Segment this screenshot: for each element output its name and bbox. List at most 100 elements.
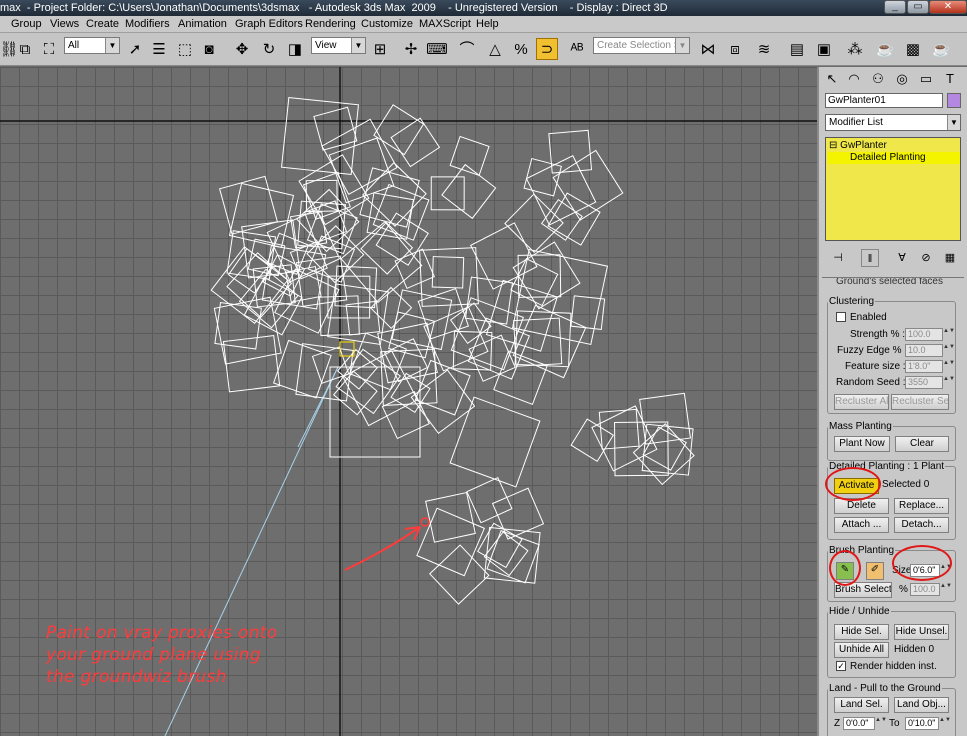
land-title: Land - Pull to the Ground — [828, 683, 942, 694]
edit-named-selection-icon[interactable]: ᴬᴮ — [566, 38, 588, 60]
window-crossing-icon[interactable]: ◙ — [198, 38, 220, 60]
replace-button[interactable]: Replace... — [894, 498, 949, 514]
rectangular-selection-icon[interactable]: ⬚ — [174, 38, 196, 60]
schematic-view-icon[interactable]: ▣ — [813, 38, 835, 60]
plant-proxy-square — [228, 182, 295, 249]
reference-coordinate-dropdown[interactable]: View ▼ — [311, 37, 366, 54]
percent-snap-icon[interactable]: % — [510, 38, 532, 60]
ground-selected-faces-label: Ground's selected faces — [836, 277, 943, 287]
menu-group[interactable]: Group — [11, 16, 42, 33]
strength-spinner[interactable]: 100.0 ▲▼ — [905, 328, 955, 341]
plant-proxy-square — [449, 302, 492, 345]
plant-proxy-square — [227, 248, 274, 294]
named-selection-sets-dropdown[interactable]: Create Selection Se ▼ — [593, 37, 690, 54]
viewport-top[interactable]: Paint on vray proxies onto your ground p… — [0, 67, 817, 736]
fuzzy-edge-spinner[interactable]: 10.0 ▲▼ — [905, 344, 955, 357]
utilities-tab-icon[interactable]: T — [941, 70, 959, 88]
motion-tab-icon[interactable]: ◎ — [893, 70, 911, 88]
hide-sel-button[interactable]: Hide Sel. — [834, 624, 889, 640]
menu-customize[interactable]: Customize — [361, 16, 413, 33]
land-to-label: To — [889, 718, 900, 729]
plant-proxy-square — [570, 418, 615, 462]
menu-views[interactable]: Views — [50, 16, 79, 33]
light-target-line — [297, 366, 339, 448]
modifier-list-dropdown[interactable]: Modifier List ▼ — [825, 114, 961, 131]
menu-create[interactable]: Create — [86, 16, 119, 33]
hide-unsel-button[interactable]: Hide Unsel. — [894, 624, 949, 640]
attach-button[interactable]: Attach ... — [834, 517, 889, 533]
plant-proxy-square — [486, 530, 540, 584]
recluster-all-button[interactable]: Recluster All — [834, 394, 889, 410]
land-sel-button[interactable]: Land Sel. — [834, 697, 889, 713]
land-obj-button[interactable]: Land Obj... — [894, 697, 949, 713]
move-icon[interactable]: ✥ — [231, 38, 253, 60]
angle-snap-icon[interactable]: △ — [484, 38, 506, 60]
modify-tab-icon[interactable]: ◠ — [845, 70, 863, 88]
land-to-spinner[interactable]: 0'10.0" ▲▼ — [905, 717, 951, 730]
stack-item-detailed-planting[interactable]: Detailed Planting — [828, 152, 960, 164]
show-end-result-icon[interactable]: ‖ — [861, 249, 879, 267]
detach-button[interactable]: Detach... — [894, 517, 949, 533]
curve-editor-icon[interactable]: ▤ — [786, 38, 808, 60]
strength-label: Strength % : — [850, 329, 906, 340]
maximize-button[interactable]: ▭ — [907, 0, 929, 14]
close-button[interactable]: ✕ — [929, 0, 967, 14]
selection-filter-dropdown[interactable]: All ▼ — [64, 37, 120, 54]
keyboard-shortcut-icon[interactable]: ⌨ — [426, 38, 448, 60]
spinner-snap-icon[interactable]: ⊃ — [536, 38, 558, 60]
plant-proxy-square — [449, 135, 490, 176]
menu-modifiers[interactable]: Modifiers — [125, 16, 170, 33]
select-link-icon[interactable]: ⛶ — [38, 38, 60, 60]
create-tab-icon[interactable]: ↖ — [823, 70, 841, 88]
bind-space-warp-icon[interactable]: ⧉ — [14, 38, 36, 60]
scale-icon[interactable]: ◨ — [284, 38, 306, 60]
make-unique-icon[interactable]: ∀ — [893, 249, 911, 267]
feature-size-spinner[interactable]: 1'8.0" ▲▼ — [905, 360, 955, 373]
material-editor-icon[interactable]: ⁂ — [844, 38, 866, 60]
brush-erase-icon[interactable]: ✐ — [866, 562, 884, 580]
pin-stack-icon[interactable]: ⊣ — [829, 249, 847, 267]
random-seed-spinner[interactable]: 3550 ▲▼ — [905, 376, 955, 389]
plant-proxy-square — [372, 183, 430, 241]
minimize-button[interactable]: _ — [884, 0, 906, 14]
configure-sets-icon[interactable]: ▦ — [941, 249, 959, 267]
select-object-icon[interactable]: ➚ — [124, 38, 146, 60]
render-hidden-checkbox[interactable]: ✓ — [836, 661, 846, 671]
rotate-icon[interactable]: ↻ — [258, 38, 280, 60]
plant-now-button[interactable]: Plant Now — [834, 436, 890, 452]
menu-animation[interactable]: Animation — [178, 16, 227, 33]
plant-proxy-square — [380, 348, 438, 406]
menu-rendering[interactable]: Rendering — [305, 16, 356, 33]
brush-percent-spinner[interactable]: 100.0 ▲▼ — [910, 583, 952, 596]
land-z-label: Z — [834, 718, 841, 729]
stack-item-base[interactable]: ⊟ GwPlanter — [829, 140, 887, 151]
plant-proxy-square — [483, 526, 541, 584]
display-tab-icon[interactable]: ▭ — [917, 70, 935, 88]
render-setup-icon[interactable]: ☕ — [874, 38, 896, 60]
recluster-sel-button[interactable]: Recluster Sel — [891, 394, 949, 410]
unhide-all-button[interactable]: Unhide All — [834, 642, 889, 658]
align-icon[interactable]: ⧈ — [724, 38, 746, 60]
clustering-enabled-checkbox[interactable] — [836, 312, 846, 322]
object-color-swatch[interactable] — [947, 93, 961, 108]
land-z-spinner[interactable]: 0'0.0" ▲▼ — [843, 717, 887, 730]
plant-proxy-square — [390, 372, 431, 414]
rendered-frame-window-icon[interactable]: ▩ — [902, 38, 924, 60]
object-name-field[interactable]: GwPlanter01 — [825, 93, 943, 108]
layer-manager-icon[interactable]: ≋ — [753, 38, 775, 60]
select-manipulate-icon[interactable]: ✢ — [400, 38, 422, 60]
menu-graph-editors[interactable]: Graph Editors — [235, 16, 303, 33]
remove-modifier-icon[interactable]: ⊘ — [917, 249, 935, 267]
snaps-toggle-icon[interactable]: ⌒ — [456, 38, 478, 60]
clear-button[interactable]: Clear — [895, 436, 949, 452]
select-by-name-icon[interactable]: ☰ — [148, 38, 170, 60]
hierarchy-tab-icon[interactable]: ⚇ — [869, 70, 887, 88]
menu-help[interactable]: Help — [476, 16, 499, 33]
quick-render-icon[interactable]: ☕ — [930, 38, 952, 60]
mirror-icon[interactable]: ⋈ — [697, 38, 719, 60]
brush-highlight-circle — [829, 550, 861, 586]
menu-maxscript[interactable]: MAXScript — [419, 16, 471, 33]
window-title: max - Project Folder: C:\Users\Jonathan\… — [0, 2, 668, 14]
delete-button[interactable]: Delete — [834, 498, 889, 514]
pivot-center-icon[interactable]: ⊞ — [369, 38, 391, 60]
